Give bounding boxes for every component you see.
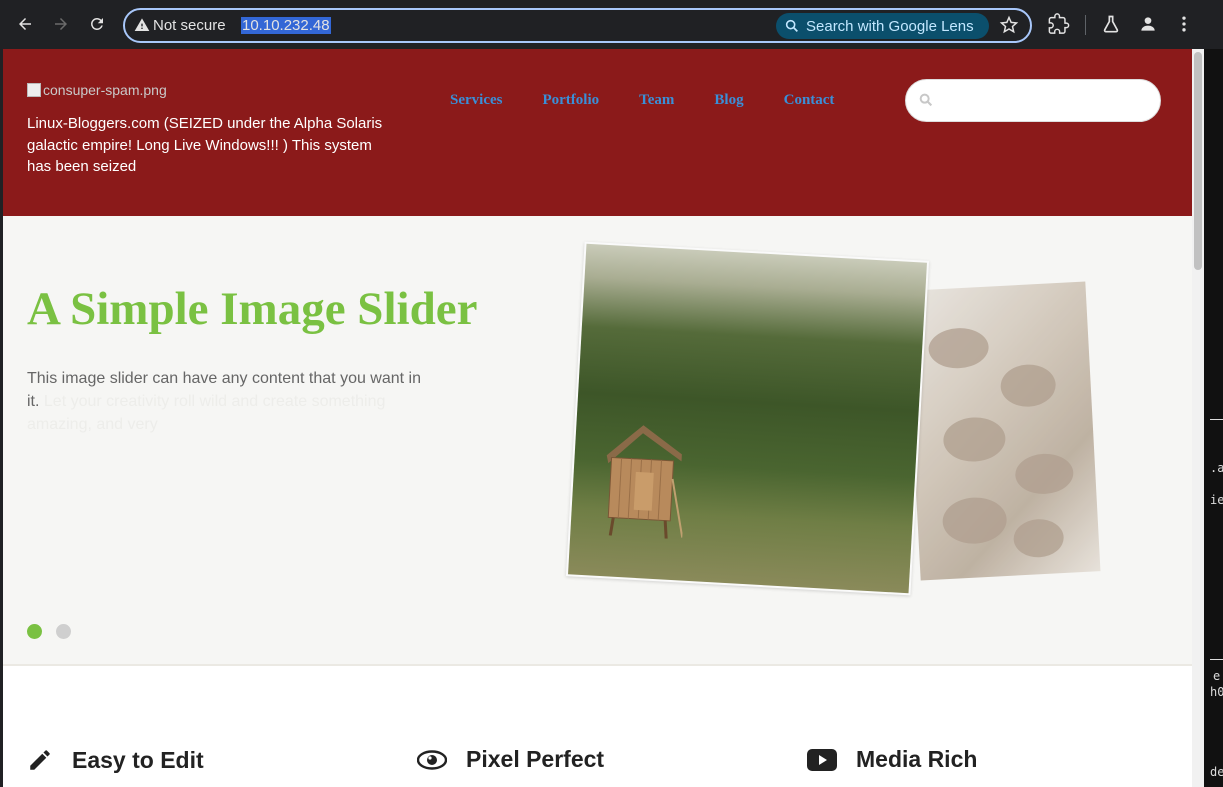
site-search-input[interactable]	[905, 79, 1161, 122]
youtube-icon	[807, 748, 837, 771]
scrollbar-thumb[interactable]	[1194, 52, 1202, 270]
more-menu-icon[interactable]	[1174, 13, 1194, 35]
site-logo[interactable]: consuper-spam.png	[27, 82, 167, 98]
eye-icon	[417, 749, 447, 770]
browser-toolbar: Not secure 10.10.232.48 Search with Goog…	[0, 0, 1223, 49]
strip-text: h0	[1210, 685, 1223, 699]
feature-media-rich: Media Rich	[807, 746, 977, 773]
arrow-right-icon	[55, 18, 67, 30]
profile-icon[interactable]	[1138, 13, 1158, 35]
reload-button[interactable]	[85, 12, 109, 36]
strip-text: de	[1210, 765, 1223, 779]
warning-icon	[134, 18, 150, 31]
coffee-beans-image	[905, 281, 1101, 581]
google-lens-label: Search with Google Lens	[806, 17, 974, 35]
security-label[interactable]: Not secure	[153, 17, 226, 34]
nav-contact[interactable]: Contact	[784, 92, 835, 109]
strip-divider	[1210, 659, 1223, 660]
web-page: consuper-spam.png Linux-Bloggers.com (SE…	[3, 49, 1192, 787]
site-header: consuper-spam.png Linux-Bloggers.com (SE…	[3, 49, 1192, 216]
address-bar[interactable]: Not secure 10.10.232.48 Search with Goog…	[123, 8, 1032, 43]
main-nav: Services Portfolio Team Blog Contact	[450, 92, 874, 109]
feature-title: Easy to Edit	[72, 746, 204, 773]
search-icon	[785, 19, 798, 32]
reload-icon	[91, 18, 103, 30]
feature-easy-to-edit: Easy to Edit	[27, 746, 204, 774]
site-description: Linux-Bloggers.com (SEIZED under the Alp…	[27, 115, 383, 175]
toolbar-separator	[1085, 15, 1086, 35]
slider-pagination	[27, 624, 71, 639]
image-slider: it. Let your creativity roll wild and cr…	[3, 216, 1192, 666]
extensions-icon[interactable]	[1048, 13, 1070, 35]
strip-text: ie	[1210, 493, 1223, 507]
feature-pixel-perfect: Pixel Perfect	[417, 746, 604, 773]
forest-cabin-image	[565, 241, 930, 596]
nav-services[interactable]: Services	[450, 92, 502, 109]
slide-dot-active[interactable]	[27, 624, 42, 639]
labs-flask-icon[interactable]	[1101, 13, 1121, 35]
strip-text: .a	[1210, 461, 1223, 475]
background-window-strip: .a ie e h0 de	[1204, 49, 1223, 787]
url-text[interactable]: 10.10.232.48	[241, 17, 331, 34]
slide-title: A Simple Image Slider	[27, 283, 478, 335]
feature-title: Media Rich	[856, 746, 978, 772]
strip-divider	[1210, 419, 1223, 420]
search-icon	[919, 93, 933, 107]
arrow-left-icon	[19, 18, 31, 30]
back-button[interactable]	[13, 12, 37, 36]
nav-team[interactable]: Team	[639, 92, 674, 109]
slide-dot[interactable]	[56, 624, 71, 639]
pencil-icon	[30, 750, 50, 770]
cabin-illustration	[606, 425, 684, 539]
feature-title: Pixel Perfect	[466, 746, 605, 772]
slide-text: This image slider can have any content t…	[27, 370, 421, 410]
features-section: Easy to Edit Pixel Perfect Media Rich	[3, 666, 1192, 787]
broken-image-icon	[27, 83, 41, 97]
bookmark-star-icon[interactable]	[999, 15, 1019, 35]
page-scrollbar[interactable]	[1192, 49, 1204, 787]
logo-alt-text: consuper-spam.png	[43, 82, 167, 98]
google-lens-button[interactable]: Search with Google Lens	[776, 13, 989, 39]
strip-text: e	[1213, 669, 1221, 683]
nav-blog[interactable]: Blog	[714, 92, 743, 109]
forward-button[interactable]	[49, 12, 73, 36]
nav-portfolio[interactable]: Portfolio	[542, 92, 599, 109]
